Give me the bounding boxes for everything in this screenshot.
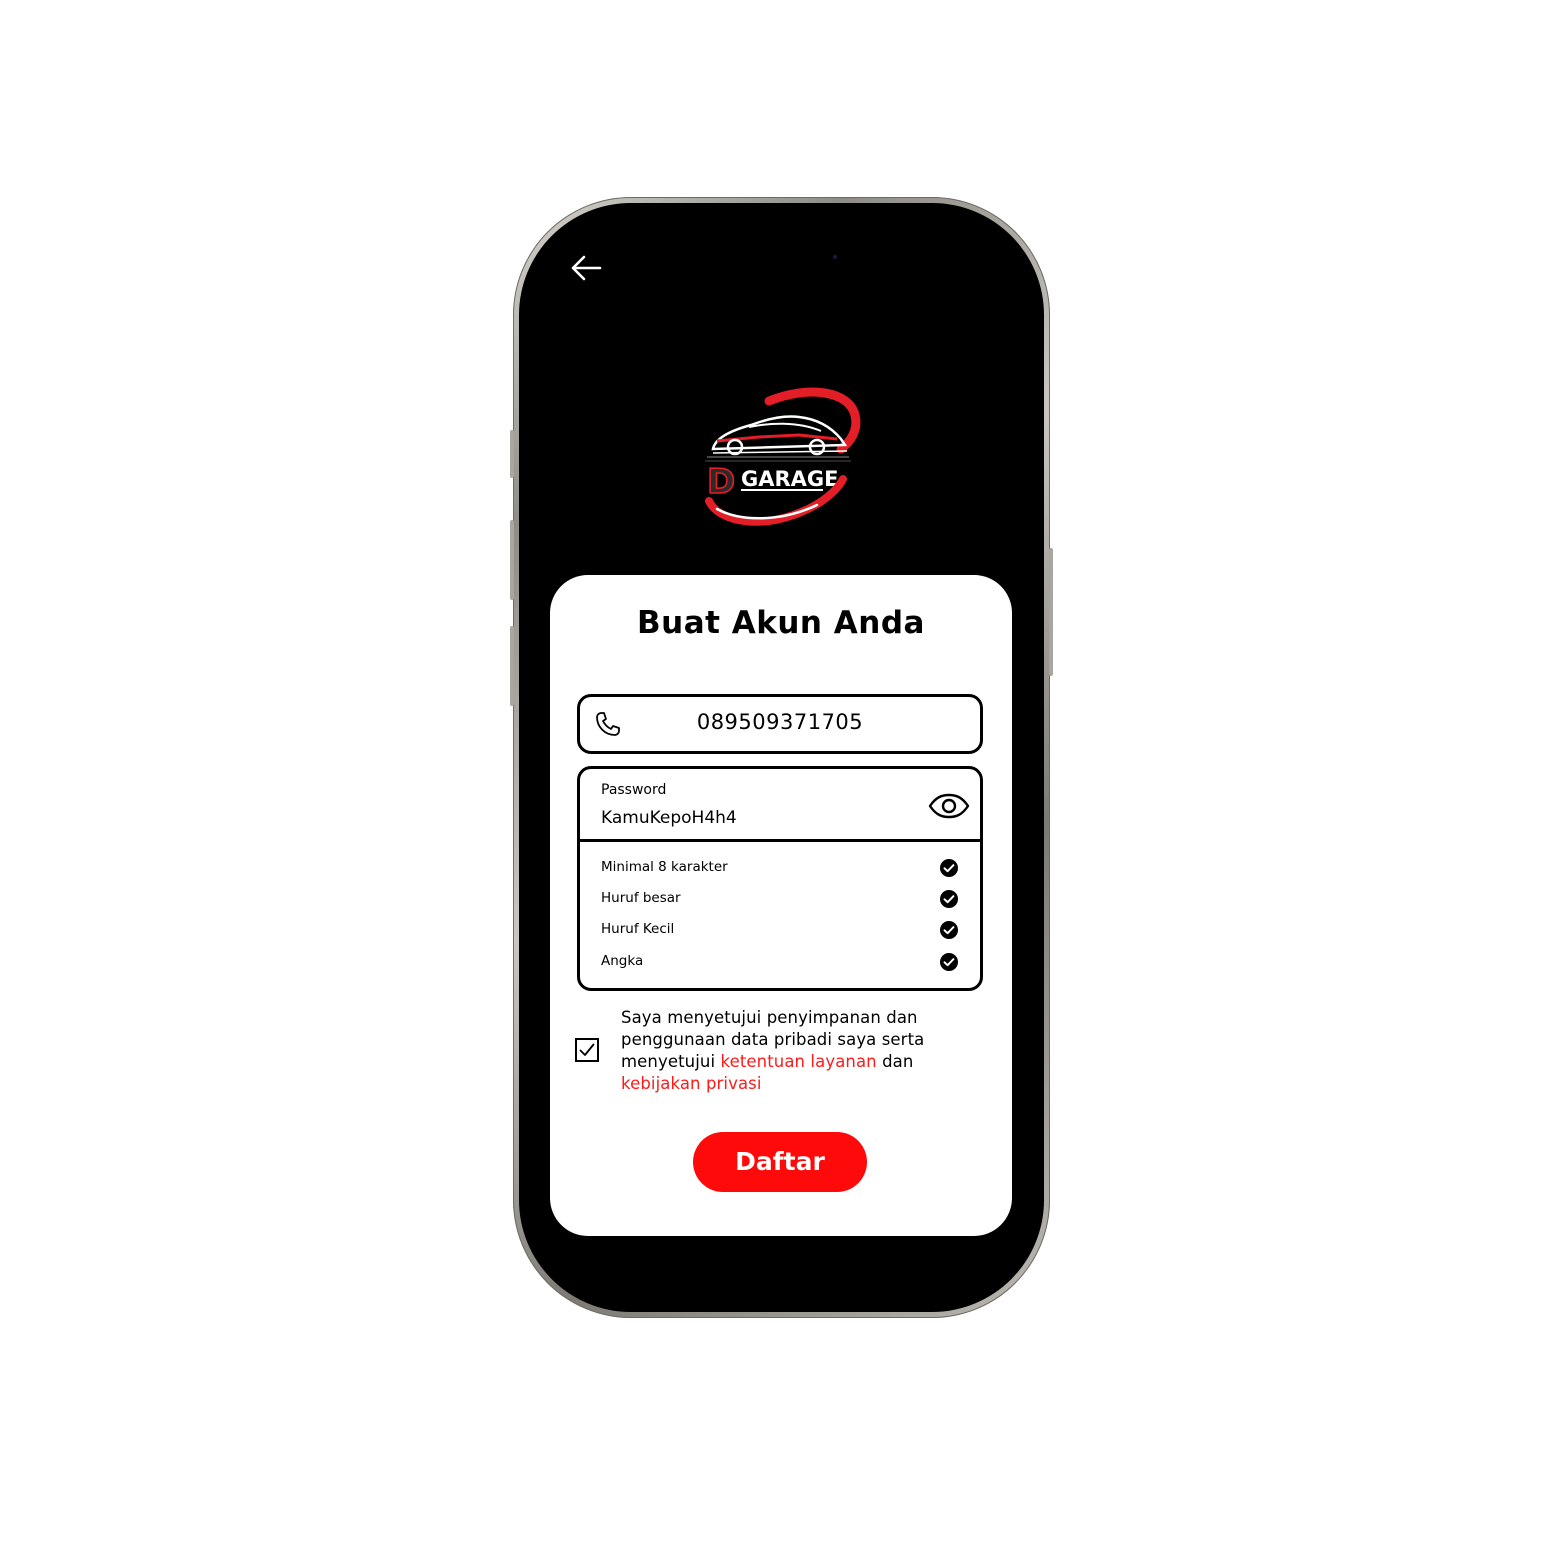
password-box: Password KamuKepoH4h4 Minimal 8 karakter… xyxy=(577,766,983,991)
rule-label: Angka xyxy=(601,953,644,969)
camera-dot xyxy=(833,255,837,259)
rule-label: Huruf Kecil xyxy=(601,921,675,937)
terms-of-service-link[interactable]: ketentuan layanan xyxy=(721,1052,877,1071)
checkbox-checked-icon[interactable] xyxy=(575,1038,599,1062)
garage-logo: D GARAGE xyxy=(705,387,861,526)
rule-uppercase: Huruf besar xyxy=(601,888,961,910)
rule-label: Minimal 8 karakter xyxy=(601,859,728,875)
phone-side-button-volume-up xyxy=(510,520,514,600)
eye-icon[interactable] xyxy=(928,793,970,819)
rule-label: Huruf besar xyxy=(601,890,681,906)
consent-text: Saya menyetujui penyimpanan dan pengguna… xyxy=(621,1007,951,1095)
phone-side-button-power xyxy=(1049,548,1053,676)
logo-letter: D xyxy=(707,462,735,502)
check-circle-icon xyxy=(940,953,958,971)
phone-number-value: 089509371705 xyxy=(696,710,864,734)
check-circle-icon xyxy=(940,859,958,877)
check-circle-icon xyxy=(940,921,958,939)
password-input[interactable]: KamuKepoH4h4 xyxy=(601,808,737,828)
phone-side-button-volume-down xyxy=(510,626,514,706)
privacy-policy-link[interactable]: kebijakan privasi xyxy=(621,1074,762,1093)
arrow-left-icon[interactable] xyxy=(570,255,602,281)
phone-number-field[interactable]: 089509371705 xyxy=(577,694,983,754)
phone-screen: D GARAGE Buat Akun Anda 089509371705 Pas… xyxy=(519,203,1044,1312)
consent-text-middle: dan xyxy=(876,1052,914,1071)
logo-brand-name: GARAGE xyxy=(741,467,839,491)
phone-side-button-action xyxy=(510,430,514,478)
check-circle-icon xyxy=(940,890,958,908)
rule-lowercase: Huruf Kecil xyxy=(601,919,961,941)
register-button[interactable]: Daftar xyxy=(693,1132,867,1192)
page-title: Buat Akun Anda xyxy=(637,605,925,641)
password-divider xyxy=(580,839,980,842)
stage: D GARAGE Buat Akun Anda 089509371705 Pas… xyxy=(0,0,1563,1563)
rule-min-length: Minimal 8 karakter xyxy=(601,857,961,879)
password-label: Password xyxy=(601,782,667,798)
rule-number: Angka xyxy=(601,951,961,973)
register-card: Buat Akun Anda 089509371705 Password Kam… xyxy=(550,575,1012,1236)
